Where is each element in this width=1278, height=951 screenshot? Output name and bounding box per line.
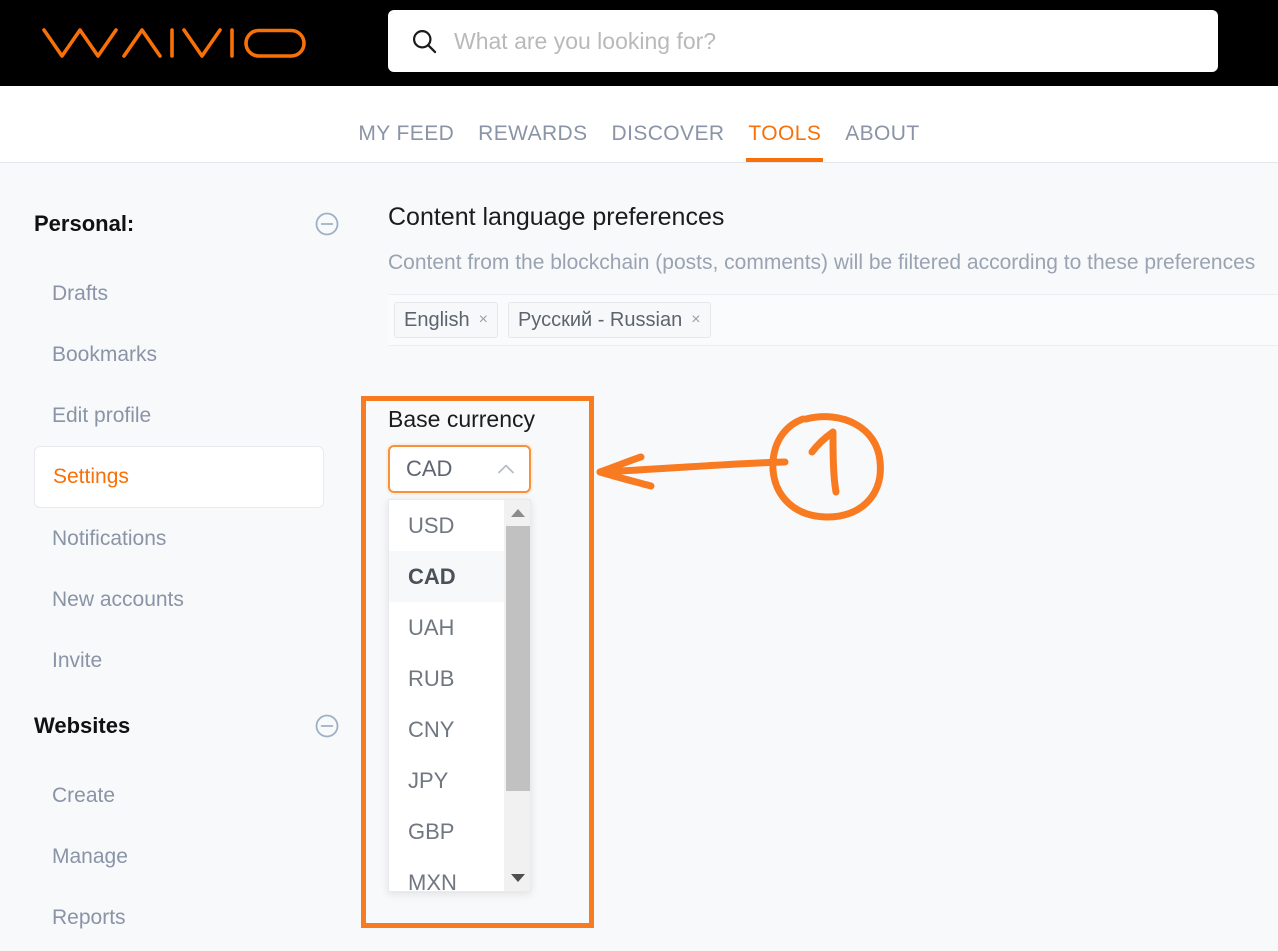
sidebar-item-invite[interactable]: Invite (0, 630, 360, 691)
chevron-up-icon[interactable] (497, 463, 515, 475)
nav-item-tools[interactable]: TOOLS (736, 122, 833, 162)
minus-circle-icon[interactable] (314, 211, 340, 237)
currency-option-cny[interactable]: CNY (389, 704, 504, 755)
search-icon (412, 29, 437, 54)
scrollbar-thumb[interactable] (506, 526, 530, 791)
currency-option-rub[interactable]: RUB (389, 653, 504, 704)
language-tag-label: Русский - Russian (517, 308, 683, 331)
page-body: Personal: Drafts Bookmarks Edit profile … (0, 163, 1278, 951)
settings-sidebar: Personal: Drafts Bookmarks Edit profile … (0, 163, 360, 948)
sidebar-item-drafts[interactable]: Drafts (0, 263, 360, 324)
settings-content: Content language preferences Content fro… (388, 163, 1278, 346)
nav-item-discover[interactable]: DISCOVER (600, 122, 737, 162)
search-input[interactable] (454, 27, 1218, 55)
content-language-title: Content language preferences (388, 203, 725, 231)
currency-option-gbp[interactable]: GBP (389, 806, 504, 857)
currency-option-cad[interactable]: CAD (389, 551, 504, 602)
sidebar-item-edit-profile[interactable]: Edit profile (0, 385, 360, 446)
currency-option-uah[interactable]: UAH (389, 602, 504, 653)
main-navigation-bar: MY FEED REWARDS DISCOVER TOOLS ABOUT (0, 86, 1278, 163)
scroll-down-arrow-icon[interactable] (505, 865, 530, 891)
sidebar-group-header-personal: Personal: (0, 207, 360, 241)
currency-option-list: USD CAD UAH RUB CNY JPY GBP MXN (389, 500, 504, 891)
waivio-logo[interactable] (40, 22, 308, 64)
sidebar-group-header-websites: Websites (0, 709, 360, 743)
sidebar-item-settings[interactable]: Settings (34, 446, 324, 508)
sidebar-item-new-accounts[interactable]: New accounts (0, 569, 360, 630)
triangle-down-glyph (511, 874, 525, 882)
sidebar-item-bookmarks[interactable]: Bookmarks (0, 324, 360, 385)
sidebar-group-title-websites: Websites (34, 713, 131, 738)
base-currency-section: Base currency CAD USD CAD UAH RUB CNY JP… (388, 406, 588, 892)
waivio-logo-mark (42, 28, 306, 58)
scroll-up-arrow-icon[interactable] (505, 500, 530, 526)
dropdown-scrollbar[interactable] (504, 500, 530, 891)
sidebar-item-manage[interactable]: Manage (0, 826, 360, 887)
nav-item-my-feed[interactable]: MY FEED (346, 122, 466, 162)
nav-item-about[interactable]: ABOUT (833, 122, 931, 162)
base-currency-selected-value: CAD (406, 456, 453, 481)
global-search-box[interactable] (388, 10, 1218, 72)
base-currency-dropdown-list[interactable]: USD CAD UAH RUB CNY JPY GBP MXN (388, 499, 531, 892)
nav-item-rewards[interactable]: REWARDS (466, 122, 599, 162)
base-currency-select-trigger[interactable]: CAD (388, 445, 531, 493)
content-language-description: Content from the blockchain (posts, comm… (388, 251, 1256, 274)
language-tag-russian: Русский - Russian × (507, 302, 711, 338)
language-tag-english: English × (394, 302, 498, 338)
language-multiselect[interactable]: English × Русский - Russian × (388, 294, 1278, 346)
nav-list: MY FEED REWARDS DISCOVER TOOLS ABOUT (346, 122, 931, 162)
top-header-bar (0, 0, 1278, 86)
sidebar-item-create[interactable]: Create (0, 765, 360, 826)
sidebar-item-notifications[interactable]: Notifications (0, 508, 360, 569)
sidebar-item-reports[interactable]: Reports (0, 887, 360, 948)
sidebar-group-title-personal: Personal: (34, 211, 135, 236)
currency-option-jpy[interactable]: JPY (389, 755, 504, 806)
currency-option-mxn[interactable]: MXN (389, 857, 504, 891)
close-icon[interactable]: × (479, 311, 488, 329)
base-currency-label: Base currency (388, 406, 536, 432)
sidebar-group-spacer (0, 691, 360, 709)
language-tag-label: English (404, 308, 470, 331)
close-icon[interactable]: × (691, 311, 700, 329)
currency-option-usd[interactable]: USD (389, 500, 504, 551)
minus-circle-icon[interactable] (314, 713, 340, 739)
triangle-up-glyph (511, 509, 525, 517)
